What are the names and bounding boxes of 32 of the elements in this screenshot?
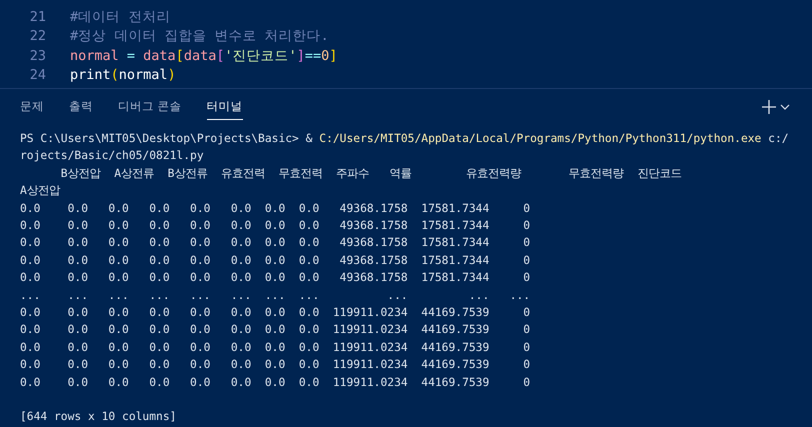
- terminal-output-line: ... ... ... ... ... ... ... ... ... ... ...: [20, 288, 530, 302]
- terminal-prompt: PS C:\Users\MIT05\Desktop\Projects\Basic> &: [20, 131, 314, 147]
- terminal-output-line: 0.0 0.0 0.0 0.0 0.0 0.0 0.0 0.0 119911.0234 44169.7539 0: [20, 306, 530, 320]
- chevron-down-icon[interactable]: [780, 104, 790, 110]
- terminal-output-line: 0.0 0.0 0.0 0.0 0.0 0.0 0.0 0.0 49368.1758 17581.7344 0: [20, 219, 530, 232]
- terminal-output-line: 0.0 0.0 0.0 0.0 0.0 0.0 0.0 0.0 49368.1758 17581.7344 0: [20, 202, 530, 215]
- line-number: 22: [28, 27, 46, 46]
- terminal-output-line: 0.0 0.0 0.0 0.0 0.0 0.0 0.0 0.0 119911.0234 44169.7539 0: [20, 376, 530, 389]
- terminal-output-line: 0.0 0.0 0.0 0.0 0.0 0.0 0.0 0.0 119911.0234 44169.7539 0: [20, 340, 530, 354]
- code-line: #정상 데이터 집합을 변수로 처리한다.: [70, 27, 329, 46]
- terminal-output-line: 0.0 0.0 0.0 0.0 0.0 0.0 0.0 0.0 119911.0234 44169.7539 0: [20, 323, 530, 336]
- code-line: #데이터 전처리: [70, 8, 170, 27]
- terminal-output-line: 0.0 0.0 0.0 0.0 0.0 0.0 0.0 0.0 49368.1758 17581.7344 0: [20, 271, 530, 284]
- terminal-output-line: 0.0 0.0 0.0 0.0 0.0 0.0 0.0 0.0 119911.0234 44169.7539 0: [20, 358, 530, 372]
- panel-tab[interactable]: 디버그 콘솔: [118, 92, 182, 120]
- terminal-argument: c:/: [767, 131, 789, 147]
- panel-tab[interactable]: 터미널: [206, 92, 243, 120]
- terminal-output-line: A상전압: [20, 184, 60, 198]
- plus-icon[interactable]: [762, 100, 776, 114]
- terminal-output-line: B상전압 A상전류 B상전류 유효전력 무효전력 주파수 역률 유효전력량 무효전력량 진단코드: [60, 166, 682, 180]
- terminal-output-line: rojects/Basic/ch05/0821l.py: [20, 149, 204, 162]
- terminal-command: C:/Users/MIT05/AppData/Local/Programs/Python/Python311/python.exe: [319, 131, 762, 147]
- code-line: print(normal): [70, 66, 176, 86]
- line-number: 21: [28, 8, 46, 27]
- line-number: 24: [28, 66, 46, 86]
- terminal-output-line: 0.0 0.0 0.0 0.0 0.0 0.0 0.0 0.0 49368.1758 17581.7344 0: [20, 236, 530, 250]
- line-number: 23: [28, 46, 46, 66]
- panel-tab[interactable]: 출력: [69, 92, 93, 120]
- terminal-output-line: 0.0 0.0 0.0 0.0 0.0 0.0 0.0 0.0 49368.1758 17581.7344 0: [20, 254, 530, 267]
- code-line: normal = data[data['진단코드']==0]: [70, 46, 338, 66]
- terminal-output-line: [644 rows x 10 columns]: [20, 410, 176, 424]
- panel-tab[interactable]: 문제: [20, 92, 44, 120]
